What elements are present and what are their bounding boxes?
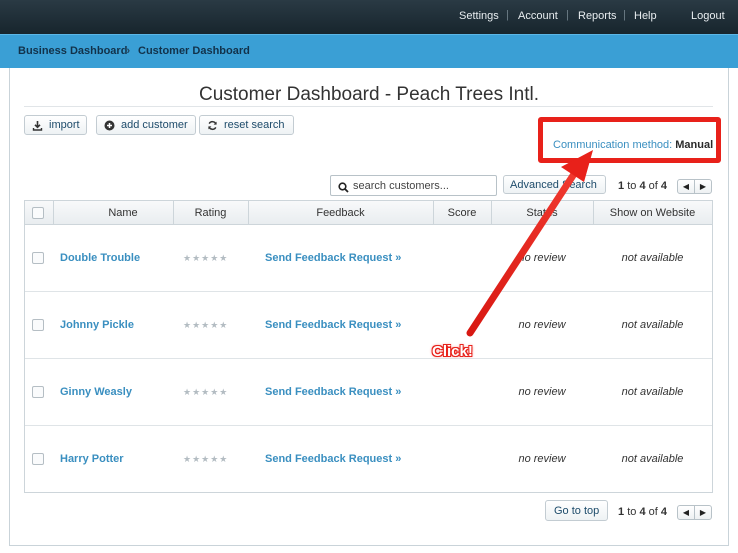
customer-name-link[interactable]: Johnny Pickle bbox=[60, 319, 134, 331]
status-text: no review bbox=[518, 386, 566, 398]
pager-from: 1 bbox=[618, 506, 625, 518]
page-title: Customer Dashboard - Peach Trees Intl. bbox=[198, 84, 540, 105]
pager-to: 4 bbox=[639, 180, 646, 192]
send-feedback-request-link[interactable]: Send Feedback Request » bbox=[265, 386, 401, 398]
pager-to-word: to bbox=[627, 506, 637, 518]
pager-total: 4 bbox=[660, 180, 667, 192]
nav-separator: | bbox=[566, 9, 569, 21]
show-on-website-text: not available bbox=[621, 386, 684, 398]
prev-page-button[interactable]: ◀ bbox=[678, 506, 695, 519]
row-checkbox[interactable] bbox=[32, 319, 44, 331]
reset-search-button[interactable]: reset search bbox=[199, 115, 294, 135]
search-icon bbox=[338, 180, 349, 198]
search-box[interactable] bbox=[330, 175, 497, 196]
customer-table: Name Rating Feedback Score Status Show o… bbox=[24, 200, 713, 493]
advanced-search-label: Advanced Search bbox=[510, 178, 597, 191]
plus-circle-icon bbox=[104, 120, 115, 131]
customer-name-link[interactable]: Harry Potter bbox=[60, 453, 124, 465]
column-header-status[interactable]: Status bbox=[491, 207, 593, 219]
show-on-website-text: not available bbox=[621, 453, 684, 465]
nav-separator: | bbox=[623, 9, 626, 21]
nav-separator: | bbox=[506, 9, 509, 21]
customer-name-link[interactable]: Double Trouble bbox=[60, 252, 140, 264]
column-header-feedback[interactable]: Feedback bbox=[248, 207, 433, 219]
refresh-icon bbox=[207, 120, 218, 131]
row-checkbox[interactable] bbox=[32, 386, 44, 398]
row-checkbox[interactable] bbox=[32, 453, 44, 465]
row-checkbox[interactable] bbox=[32, 252, 44, 264]
table-row: Ginny Weasly ★★★★★ Send Feedback Request… bbox=[25, 359, 712, 426]
pager-buttons-bottom: ◀ ▶ bbox=[677, 505, 712, 520]
pagination-info-top: 1 to 4 of 4 bbox=[618, 180, 667, 192]
add-customer-label: add customer bbox=[121, 119, 188, 131]
show-on-website-text: not available bbox=[621, 252, 684, 264]
rating-stars: ★★★★★ bbox=[183, 320, 229, 330]
prev-page-button[interactable]: ◀ bbox=[678, 180, 695, 193]
pager-to-word: to bbox=[627, 180, 637, 192]
pager-of-word: of bbox=[648, 506, 658, 518]
advanced-search-button[interactable]: Advanced Search bbox=[503, 175, 606, 194]
help-link[interactable]: Help bbox=[634, 10, 657, 22]
status-text: no review bbox=[518, 453, 566, 465]
send-feedback-request-link[interactable]: Send Feedback Request » bbox=[265, 252, 401, 264]
pager-total: 4 bbox=[660, 506, 667, 518]
pager-from: 1 bbox=[618, 180, 625, 192]
table-row: Harry Potter ★★★★★ Send Feedback Request… bbox=[25, 426, 712, 493]
pager-buttons-top: ◀ ▶ bbox=[677, 179, 712, 194]
next-page-button[interactable]: ▶ bbox=[695, 180, 711, 193]
rating-stars: ★★★★★ bbox=[183, 387, 229, 397]
breadcrumb-separator: » bbox=[124, 45, 131, 57]
status-text: no review bbox=[518, 252, 566, 264]
send-feedback-request-link[interactable]: Send Feedback Request » bbox=[265, 319, 401, 331]
pagination-info-bottom: 1 to 4 of 4 bbox=[618, 506, 667, 518]
add-customer-button[interactable]: add customer bbox=[96, 115, 196, 135]
download-icon bbox=[32, 120, 43, 131]
breadcrumb: Business Dashboard » Customer Dashboard bbox=[0, 34, 738, 68]
table-row: Johnny Pickle ★★★★★ Send Feedback Reques… bbox=[25, 292, 712, 359]
pager-to: 4 bbox=[639, 506, 646, 518]
reset-search-label: reset search bbox=[224, 119, 285, 131]
select-all-checkbox[interactable] bbox=[32, 207, 44, 219]
breadcrumb-customer-dashboard[interactable]: Customer Dashboard bbox=[138, 45, 250, 57]
go-to-top-button[interactable]: Go to top bbox=[545, 500, 608, 521]
status-text: no review bbox=[518, 319, 566, 331]
customer-name-link[interactable]: Ginny Weasly bbox=[60, 386, 132, 398]
rating-stars: ★★★★★ bbox=[183, 253, 229, 263]
table-row: Double Trouble ★★★★★ Send Feedback Reque… bbox=[25, 225, 712, 292]
column-header-rating[interactable]: Rating bbox=[173, 207, 248, 219]
reports-link[interactable]: Reports bbox=[578, 10, 617, 22]
column-header-name[interactable]: Name bbox=[53, 207, 193, 219]
send-feedback-request-link[interactable]: Send Feedback Request » bbox=[265, 453, 401, 465]
title-divider bbox=[24, 106, 713, 107]
annotation-highlight-box bbox=[538, 117, 721, 163]
logout-link[interactable]: Logout bbox=[691, 10, 725, 22]
breadcrumb-business-dashboard[interactable]: Business Dashboard bbox=[18, 45, 127, 57]
account-link[interactable]: Account bbox=[518, 10, 558, 22]
import-label: import bbox=[49, 119, 80, 131]
show-on-website-text: not available bbox=[621, 319, 684, 331]
pager-of-word: of bbox=[648, 180, 658, 192]
top-navigation-bar: Settings | Account | Reports | Help Logo… bbox=[0, 0, 738, 34]
settings-link[interactable]: Settings bbox=[459, 10, 499, 22]
column-header-show-on-website[interactable]: Show on Website bbox=[593, 207, 712, 219]
column-header-score[interactable]: Score bbox=[433, 207, 491, 219]
annotation-click-label: Click! bbox=[432, 343, 473, 360]
search-input[interactable] bbox=[353, 178, 493, 193]
import-button[interactable]: import bbox=[24, 115, 87, 135]
next-page-button[interactable]: ▶ bbox=[695, 506, 711, 519]
table-header: Name Rating Feedback Score Status Show o… bbox=[25, 201, 712, 225]
rating-stars: ★★★★★ bbox=[183, 454, 229, 464]
go-to-top-label: Go to top bbox=[554, 504, 600, 517]
